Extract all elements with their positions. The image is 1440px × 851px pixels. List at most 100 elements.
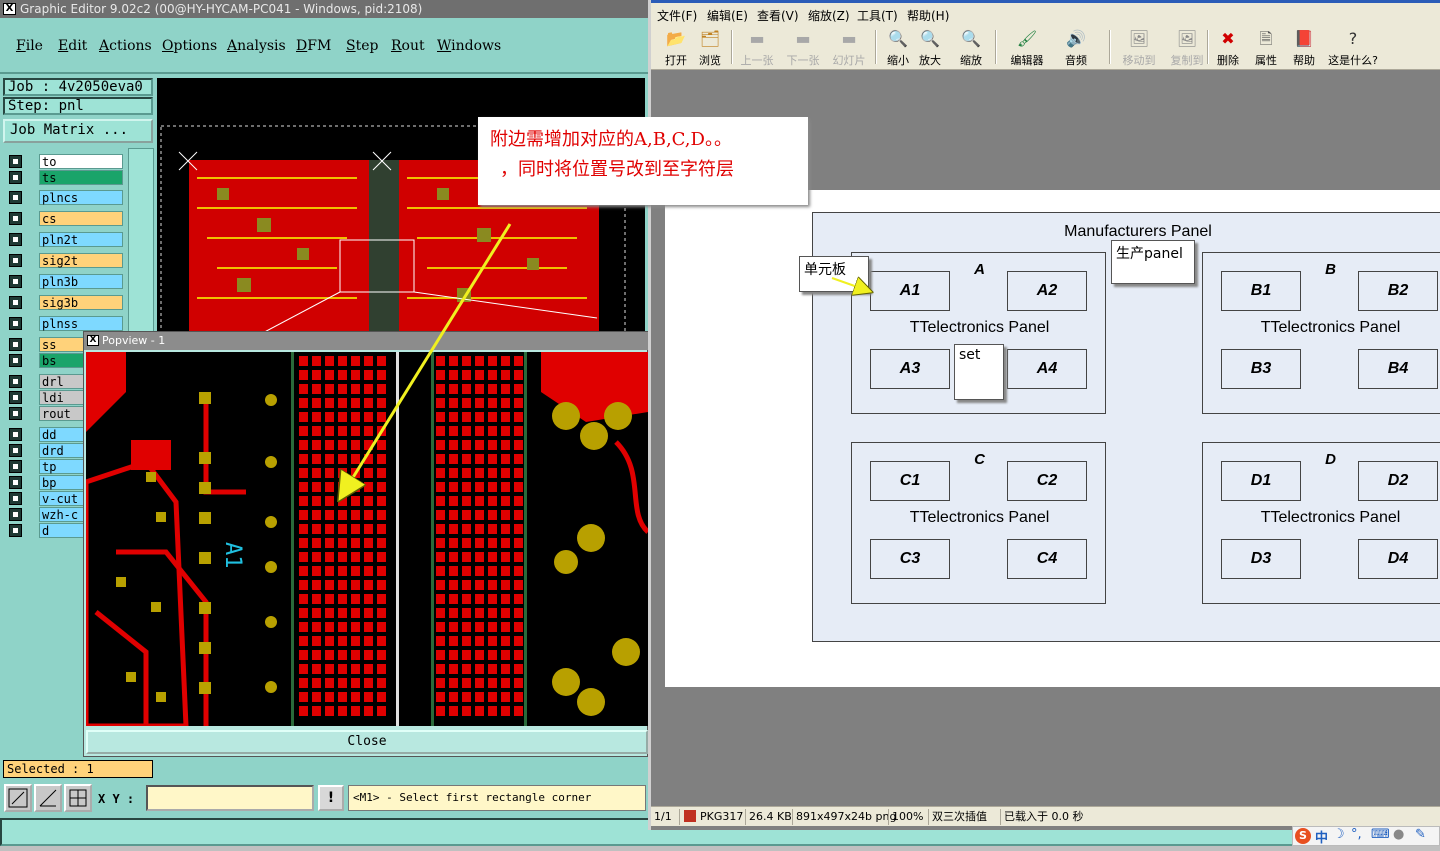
viewer-menu-zoom[interactable]: 缩放(Z) xyxy=(808,7,850,24)
layer-checkbox[interactable] xyxy=(9,171,22,184)
grid-button[interactable] xyxy=(64,784,92,812)
layer-checkbox[interactable] xyxy=(9,296,22,309)
toolbar-separator xyxy=(1109,30,1111,64)
menu-edit[interactable]: Edit xyxy=(58,38,87,54)
toolbar-button-label: 移动到 xyxy=(1122,54,1156,67)
keyboard-icon[interactable]: ⌨ xyxy=(1371,827,1390,842)
cell-b4: B4 xyxy=(1358,349,1438,389)
cell-c4: C4 xyxy=(1007,539,1087,579)
measure-icon xyxy=(39,789,57,807)
xy-input[interactable] xyxy=(146,785,314,811)
toolbar-button-label: 帮助 xyxy=(1293,54,1315,67)
layer-row-pln2t[interactable]: pln2t xyxy=(7,232,127,247)
layer-row-sig3b[interactable]: sig3b xyxy=(7,295,127,310)
layer-row-ts[interactable]: ts xyxy=(7,170,127,185)
viewer-menu-view[interactable]: 查看(V) xyxy=(757,7,799,24)
toolbar-button-help-book[interactable]: 📕 帮助 xyxy=(1289,26,1319,68)
layer-row-sig2t[interactable]: sig2t xyxy=(7,253,127,268)
toolbar-button-browse[interactable]: 🗂 浏览 xyxy=(695,26,725,68)
popview-title: Popview - 1 xyxy=(102,334,166,347)
layer-checkbox[interactable] xyxy=(9,391,22,404)
menu-dfm[interactable]: DFM xyxy=(296,38,331,54)
wrench-icon[interactable]: ✎ xyxy=(1415,827,1426,842)
status-page: 1/1 xyxy=(654,810,672,823)
toolbar-button-move-to[interactable]: 🖼 移动到 xyxy=(1119,26,1159,68)
ime-chinese-mode[interactable]: 中 xyxy=(1315,827,1328,846)
layer-checkbox[interactable] xyxy=(9,428,22,441)
layer-checkbox[interactable] xyxy=(9,524,22,537)
layer-row-to[interactable]: to xyxy=(7,154,127,169)
toolbar-button-zoom-out[interactable]: 🔍 缩小 xyxy=(883,26,913,68)
unit-panel-label: TTelectronics Panel xyxy=(909,509,1050,526)
toolbar-button-whats-this[interactable]: ? 这是什么? xyxy=(1325,26,1381,68)
whats-this-icon: ? xyxy=(1348,29,1358,48)
viewer-menu-edit[interactable]: 编辑(E) xyxy=(707,7,748,24)
toolbar-separator xyxy=(995,30,997,64)
help-book-icon: 📕 xyxy=(1294,29,1314,48)
layer-checkbox[interactable] xyxy=(9,407,22,420)
menu-step[interactable]: Step xyxy=(346,38,378,54)
layer-checkbox[interactable] xyxy=(9,476,22,489)
layer-checkbox[interactable] xyxy=(9,233,22,246)
menu-options[interactable]: Options xyxy=(162,38,217,54)
layer-row-plnss[interactable]: plnss xyxy=(7,316,127,331)
toolbar-button-zoom[interactable]: 🔍 缩放 xyxy=(953,26,989,68)
cell-b3: B3 xyxy=(1221,349,1301,389)
menu-rout[interactable]: Rout xyxy=(391,38,425,54)
toolbar-button-audio[interactable]: 🔊 音频 xyxy=(1061,26,1091,68)
menu-analysis[interactable]: Analysis xyxy=(227,38,286,54)
toolbar-button-slideshow[interactable]: ▬ 幻灯片 xyxy=(829,26,869,68)
toolbar-button-editor[interactable]: 🖌 编辑器 xyxy=(1003,26,1051,68)
layer-checkbox[interactable] xyxy=(9,508,22,521)
moon-icon[interactable]: ☽ xyxy=(1333,827,1345,842)
cell-c3: C3 xyxy=(870,539,950,579)
viewer-menu-tools[interactable]: 工具(T) xyxy=(857,7,898,24)
measure-button[interactable] xyxy=(34,784,62,812)
layer-checkbox[interactable] xyxy=(9,191,22,204)
status-dimensions: 891x497x24b png xyxy=(792,809,896,825)
layer-checkbox[interactable] xyxy=(9,354,22,367)
toolbar-button-copy-to[interactable]: 🖼 复制到 xyxy=(1167,26,1207,68)
layer-checkbox[interactable] xyxy=(9,254,22,267)
user-icon[interactable]: ● xyxy=(1393,827,1404,842)
viewer-menu-help[interactable]: 帮助(H) xyxy=(907,7,949,24)
layer-checkbox[interactable] xyxy=(9,212,22,225)
toolbar-button-next[interactable]: ▬ 下一张 xyxy=(783,26,823,68)
menu-windows[interactable]: Windows xyxy=(437,38,501,54)
layer-checkbox[interactable] xyxy=(9,460,22,473)
toolbar-separator xyxy=(1207,30,1209,64)
ime-toolbar[interactable]: S 中 ☽ °, ⌨ ● ✎ xyxy=(1292,826,1440,846)
annotation-line-2: ，同时将位置号改到至字符层 xyxy=(500,159,734,180)
viewer-image-area[interactable]: Manufacturers Panel A TTelectronics Panel… xyxy=(665,190,1440,687)
zoom-area-button[interactable] xyxy=(4,784,32,812)
menu-actions[interactable]: Actions xyxy=(99,38,152,54)
popview-canvas[interactable]: A1 xyxy=(86,352,648,726)
layer-checkbox[interactable] xyxy=(9,492,22,505)
layer-checkbox[interactable] xyxy=(9,444,22,457)
toolbar-button-properties[interactable]: 🗎 属性 xyxy=(1251,26,1281,68)
silk-label-a1: A1 xyxy=(220,542,245,569)
layer-name: to xyxy=(39,154,123,169)
layer-checkbox[interactable] xyxy=(9,375,22,388)
menu-file[interactable]: File xyxy=(16,38,43,54)
toolbar-button-delete[interactable]: ✖ 删除 xyxy=(1213,26,1243,68)
popview-close-button[interactable]: Close xyxy=(86,730,648,754)
layer-checkbox[interactable] xyxy=(9,275,22,288)
layer-row-cs[interactable]: cs xyxy=(7,211,127,226)
viewer-menu-file[interactable]: 文件(F) xyxy=(657,7,697,24)
exclamation-button[interactable]: ! xyxy=(318,785,344,811)
exclamation-icon: ! xyxy=(327,790,335,806)
zoom-in-icon: 🔍 xyxy=(920,29,940,48)
layer-checkbox[interactable] xyxy=(9,155,22,168)
toolbar-button-label: 打开 xyxy=(665,54,687,67)
layer-checkbox[interactable] xyxy=(9,338,22,351)
zoom-area-icon xyxy=(8,788,28,808)
job-matrix-button[interactable]: Job Matrix ... xyxy=(3,119,153,143)
punctuation-icon[interactable]: °, xyxy=(1351,827,1362,842)
toolbar-button-open-folder[interactable]: 📂 打开 xyxy=(661,26,691,68)
layer-row-pln3b[interactable]: pln3b xyxy=(7,274,127,289)
toolbar-button-prev[interactable]: ▬ 上一张 xyxy=(737,26,777,68)
toolbar-button-zoom-in[interactable]: 🔍 放大 xyxy=(915,26,945,68)
layer-checkbox[interactable] xyxy=(9,317,22,330)
layer-row-plncs[interactable]: plncs xyxy=(7,190,127,205)
